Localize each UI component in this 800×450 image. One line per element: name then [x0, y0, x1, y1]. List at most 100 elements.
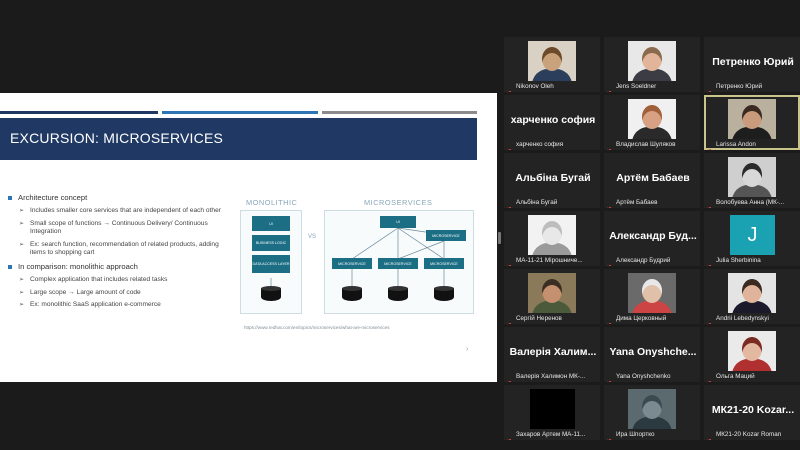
- participant-tile[interactable]: Валерія Халим... Валерія Халимон МК-...: [504, 327, 600, 382]
- participant-name: Nikonov Oleh: [516, 83, 554, 90]
- participant-tile[interactable]: МК21-20 Kozar... МК21-20 Kozar Roman: [704, 385, 800, 440]
- participant-video: [628, 273, 676, 313]
- mic-muted-icon: [707, 258, 713, 266]
- participant-tile[interactable]: Петренко Юрий Петренко Юрий: [704, 37, 800, 92]
- mic-muted-icon: [707, 316, 713, 324]
- mic-muted-icon: [507, 316, 513, 324]
- database-icon: [342, 286, 362, 302]
- participant-name: Andrii Lebedynskyi: [716, 315, 769, 322]
- mic-muted-icon: [707, 142, 713, 150]
- mic-muted-icon: [707, 84, 713, 92]
- mic-muted-icon: [507, 84, 513, 92]
- shared-slide: EXCURSION: MICROSERVICES Architecture co…: [0, 93, 497, 382]
- mic-muted-icon: [507, 258, 513, 266]
- participant-name: Дима Церковный: [616, 315, 667, 322]
- participant-tile[interactable]: Альбіна Бугай Альбіна Бугай: [504, 153, 600, 208]
- participant-video: [728, 157, 776, 197]
- participant-video: [628, 99, 676, 139]
- participant-tile[interactable]: Ольга Маций: [704, 327, 800, 382]
- participant-tile[interactable]: Yana Onyshche... Yana Onyshchenko: [604, 327, 700, 382]
- participant-video: [728, 99, 776, 139]
- bullet-item: In comparison: monolithic approach: [8, 262, 236, 272]
- participant-name: харченко софия: [516, 141, 564, 148]
- participant-name: Валерія Халимон МК-...: [516, 373, 586, 380]
- participant-name: Захаров Артем МА-11...: [516, 431, 586, 438]
- mic-muted-icon: [707, 374, 713, 382]
- mic-muted-icon: [707, 432, 713, 440]
- participant-tile[interactable]: Andrii Lebedynskyi: [704, 269, 800, 324]
- sub-bullet-item: Small scope of functions → Continuous De…: [8, 220, 236, 237]
- participant-name: Julia Sherbinina: [716, 257, 761, 264]
- source-link[interactable]: https://www.redhat.com/en/topics/microse…: [244, 325, 390, 330]
- slide-bullet-list: Architecture concept Includes smaller co…: [8, 193, 236, 314]
- participant-display-name: харченко софия: [510, 114, 596, 126]
- zoom-meeting-window: EXCURSION: MICROSERVICES Architecture co…: [0, 0, 800, 450]
- participant-tile[interactable]: Артём Бабаев Артём Бабаев: [604, 153, 700, 208]
- participant-tile[interactable]: Захаров Артем МА-11...: [504, 385, 600, 440]
- participant-name: Jens Soeldner: [616, 83, 657, 90]
- sub-bullet-item: Large scope → Large amount of code: [8, 289, 236, 298]
- splitter-handle[interactable]: [498, 232, 501, 244]
- participant-tile[interactable]: Сергій Неренов: [504, 269, 600, 324]
- avatar: J: [730, 215, 775, 255]
- mono-ui-box: UI: [252, 216, 290, 231]
- microservice-box: MICROSERVICE: [424, 258, 464, 269]
- participant-tile[interactable]: МА-11-21 Мірошниче...: [504, 211, 600, 266]
- sub-bullet-item: Ex: search function, recommendation of r…: [8, 241, 236, 258]
- participant-video: [628, 389, 676, 429]
- participant-tile[interactable]: Ира Шпортко: [604, 385, 700, 440]
- participant-name: Александр Будрий: [616, 257, 671, 264]
- participant-display-name: МК21-20 Kozar...: [711, 404, 795, 416]
- participant-display-name: Альбіна Бугай: [515, 172, 591, 184]
- participant-display-name: Валерія Халим...: [509, 346, 597, 358]
- mic-muted-icon: [507, 374, 513, 382]
- participant-display-name: Артём Бабаев: [616, 172, 690, 184]
- microservice-box: MICROSERVICE: [378, 258, 418, 269]
- microservice-box: MICROSERVICE: [426, 230, 466, 241]
- mic-muted-icon: [607, 316, 613, 324]
- mic-muted-icon: [507, 142, 513, 150]
- participant-video: [528, 41, 576, 81]
- participant-tile[interactable]: Волобуева Анна (МК-...: [704, 153, 800, 208]
- mic-muted-icon: [607, 374, 613, 382]
- mic-muted-icon: [607, 142, 613, 150]
- participant-tile[interactable]: J Julia Sherbinina: [704, 211, 800, 266]
- participant-tile[interactable]: Александр Буд... Александр Будрий: [604, 211, 700, 266]
- mic-muted-icon: [607, 432, 613, 440]
- participant-video: [728, 273, 776, 313]
- database-icon: [261, 286, 281, 302]
- participant-name: Альбіна Бугай: [516, 199, 558, 206]
- participant-name: Yana Onyshchenko: [616, 373, 671, 380]
- participant-name: Ольга Маций: [716, 373, 755, 380]
- sub-bullet-item: Includes smaller core services that are …: [8, 207, 236, 216]
- participant-tile[interactable]: Дима Церковный: [604, 269, 700, 324]
- participant-name: Larissa Andon: [716, 141, 756, 148]
- mic-muted-icon: [607, 200, 613, 208]
- mic-muted-icon: [507, 200, 513, 208]
- participant-name: Сергій Неренов: [516, 315, 562, 322]
- participant-tile[interactable]: Владислав Шуляков: [604, 95, 700, 150]
- participant-tile[interactable]: харченко софия харченко софия: [504, 95, 600, 150]
- participant-video: [728, 331, 776, 371]
- participant-display-name: Yana Onyshche...: [609, 346, 697, 358]
- participant-video: [530, 389, 575, 429]
- micro-ui-box: UI: [380, 216, 416, 228]
- participant-display-name: Александр Буд...: [609, 230, 697, 242]
- slide-title-band: EXCURSION: MICROSERVICES: [0, 118, 477, 160]
- next-slide-arrow-icon[interactable]: ›: [466, 346, 468, 353]
- participant-name: Ира Шпортко: [616, 431, 655, 438]
- mic-muted-icon: [607, 258, 613, 266]
- business-logic-box: BUSINESS LOGIC: [252, 235, 290, 251]
- participant-tile[interactable]: Jens Soeldner: [604, 37, 700, 92]
- sub-bullet-item: Ex: monolithic SaaS application e-commer…: [8, 301, 236, 310]
- slide-accent-bar: [162, 111, 318, 114]
- mic-muted-icon: [607, 84, 613, 92]
- participant-tile[interactable]: Nikonov Oleh: [504, 37, 600, 92]
- participant-name: Артём Бабаев: [616, 199, 658, 206]
- microservice-box: MICROSERVICE: [332, 258, 372, 269]
- participant-name: МК21-20 Kozar Roman: [716, 431, 782, 438]
- participant-video: [528, 215, 576, 255]
- participant-tile[interactable]: Larissa Andon: [704, 95, 800, 150]
- mic-muted-icon: [507, 432, 513, 440]
- participant-name: Волобуева Анна (МК-...: [716, 199, 785, 206]
